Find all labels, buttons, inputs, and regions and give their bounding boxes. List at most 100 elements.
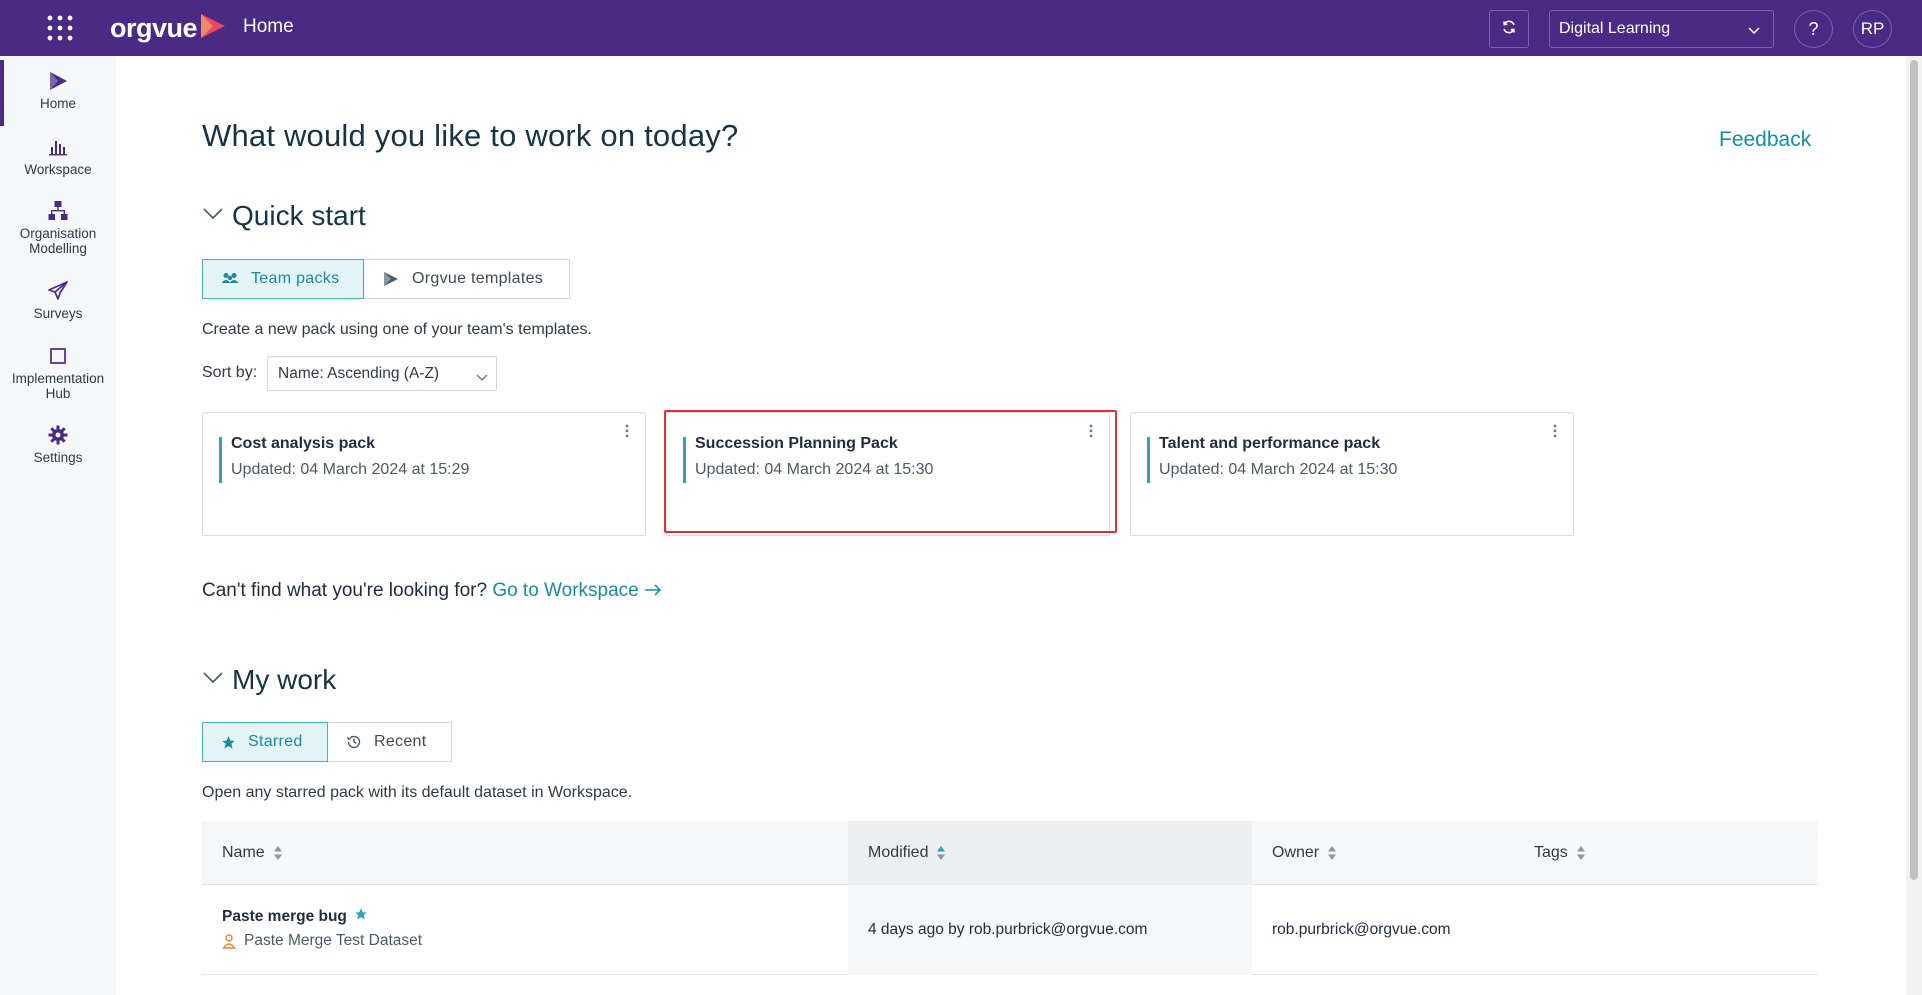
sidebar-item-surveys[interactable]: Surveys (0, 280, 116, 321)
page-title: What would you like to work on today? (202, 118, 739, 153)
chevron-down-icon (1747, 23, 1761, 41)
sidebar-item-home[interactable]: Home (0, 60, 116, 126)
app-launcher-grid-icon[interactable] (44, 14, 76, 42)
tab-recent[interactable]: Recent (328, 722, 452, 762)
feedback-link[interactable]: Feedback (1719, 128, 1811, 152)
row-owner: rob.purbrick@orgvue.com (1272, 921, 1451, 938)
sidebar-item-implementation-hub[interactable]: Implementation Hub (0, 345, 116, 401)
bar-chart-icon (48, 136, 68, 158)
go-to-workspace-label: Go to Workspace (492, 580, 639, 601)
table-row[interactable]: Paste merge bug Paste Merge Test Dataset… (202, 885, 1818, 975)
sidebar-item-label: Home (39, 96, 76, 111)
sidebar-item-organisation-modelling[interactable]: Organisation Modelling (0, 200, 116, 256)
my-work-tabs: Starred Recent (202, 722, 452, 762)
tab-orgvue-templates[interactable]: Orgvue templates (364, 259, 570, 299)
pack-card[interactable]: Talent and performance pack Updated: 04 … (1130, 412, 1574, 536)
quick-start-description: Create a new pack using one of your team… (202, 321, 592, 338)
more-options-icon[interactable] (621, 421, 633, 441)
sort-icon (1576, 845, 1586, 861)
sidebar: Home Workspace Organisation Modelling Su… (0, 56, 116, 995)
table-header: Name Modified Owner Tags (202, 821, 1818, 885)
sidebar-item-label: Implementation Hub (11, 371, 105, 401)
organisation-select[interactable]: Digital Learning (1549, 10, 1774, 48)
more-options-icon[interactable] (1085, 421, 1097, 441)
card-updated: Updated: 04 March 2024 at 15:30 (1159, 461, 1398, 478)
tab-label: Orgvue templates (412, 270, 544, 287)
sort-label: Sort by: (202, 364, 258, 381)
user-avatar[interactable]: RP (1853, 10, 1892, 48)
section-heading: Quick start (232, 200, 366, 231)
home-icon (47, 70, 69, 92)
main-content: What would you like to work on today? Fe… (116, 56, 1906, 995)
card-accent-bar (1147, 437, 1150, 483)
brand-mark-icon (199, 13, 227, 44)
more-options-icon[interactable] (1549, 421, 1561, 441)
column-header-modified[interactable]: Modified (868, 821, 946, 885)
pack-card[interactable]: Cost analysis pack Updated: 04 March 202… (202, 412, 646, 536)
sidebar-item-label: Surveys (33, 306, 83, 321)
sync-button[interactable] (1489, 10, 1529, 48)
row-pack-name-label: Paste merge bug (222, 907, 347, 925)
sort-select-value: Name: Ascending (A-Z) (278, 364, 440, 382)
row-dataset-label: Paste Merge Test Dataset (244, 932, 423, 949)
scrollbar-thumb[interactable] (1910, 60, 1918, 880)
row-modified: 4 days ago by rob.purbrick@orgvue.com (868, 921, 1148, 938)
card-title: Talent and performance pack (1159, 435, 1381, 452)
card-updated: Updated: 04 March 2024 at 15:30 (695, 461, 934, 478)
person-icon (222, 933, 236, 949)
square-icon (49, 345, 67, 367)
sidebar-item-workspace[interactable]: Workspace (0, 136, 116, 177)
history-icon (346, 734, 362, 750)
row-pack-name[interactable]: Paste merge bug (222, 907, 368, 926)
orgvue-logo[interactable]: orgvue (110, 12, 227, 44)
orgvue-mark-icon (382, 271, 400, 287)
organisation-select-value: Digital Learning (1559, 20, 1671, 37)
chevron-down-icon (202, 207, 224, 226)
help-button[interactable]: ? (1794, 10, 1833, 48)
column-header-label: Owner (1272, 844, 1320, 861)
starred-table: Name Modified Owner Tags Paste merge bug… (202, 821, 1818, 975)
chevron-down-icon (202, 671, 224, 690)
sidebar-item-label: Organisation Modelling (19, 226, 97, 256)
tab-starred[interactable]: Starred (202, 722, 328, 762)
pack-card[interactable]: Succession Planning Pack Updated: 04 Mar… (666, 412, 1110, 536)
tab-label: Recent (374, 733, 427, 750)
tab-label: Starred (248, 733, 303, 750)
sidebar-item-label: Workspace (24, 162, 92, 177)
team-icon (221, 272, 239, 286)
org-chart-icon (47, 200, 69, 222)
column-header-name[interactable]: Name (222, 821, 283, 885)
quick-start-tabs: Team packs Orgvue templates (202, 259, 570, 299)
arrow-right-icon (644, 580, 662, 601)
card-title: Cost analysis pack (231, 435, 376, 452)
quick-start-section-toggle[interactable]: Quick start (202, 200, 366, 232)
go-to-workspace-link[interactable]: Go to Workspace (492, 580, 662, 601)
page-breadcrumb-title: Home (243, 16, 294, 37)
gear-icon (48, 424, 68, 446)
tab-team-packs[interactable]: Team packs (202, 259, 364, 299)
card-accent-bar (683, 437, 686, 483)
brand-name: orgvue (110, 12, 198, 43)
section-heading: My work (232, 664, 337, 695)
star-icon (221, 735, 236, 750)
star-icon[interactable] (354, 907, 368, 926)
tab-label: Team packs (251, 270, 340, 287)
column-header-label: Tags (1534, 844, 1568, 861)
paper-plane-icon (47, 280, 69, 302)
my-work-description: Open any starred pack with its default d… (202, 784, 633, 801)
vertical-scrollbar[interactable] (1906, 56, 1922, 995)
sidebar-item-settings[interactable]: Settings (0, 424, 116, 465)
sidebar-item-label: Settings (33, 450, 83, 465)
row-dataset[interactable]: Paste Merge Test Dataset (222, 932, 422, 950)
sort-select[interactable]: Name: Ascending (A-Z) (267, 356, 497, 391)
chevron-down-icon (476, 369, 488, 387)
card-title: Succession Planning Pack (695, 435, 898, 452)
cant-find-text: Can't find what you're looking for? Go t… (202, 580, 662, 602)
column-header-tags[interactable]: Tags (1534, 821, 1586, 885)
sync-icon (1501, 19, 1517, 40)
top-bar: orgvue Home Digital Learning ? RP (0, 0, 1922, 56)
column-header-owner[interactable]: Owner (1272, 821, 1337, 885)
column-header-label: Name (222, 844, 265, 861)
sort-icon (273, 845, 283, 861)
my-work-section-toggle[interactable]: My work (202, 664, 336, 696)
